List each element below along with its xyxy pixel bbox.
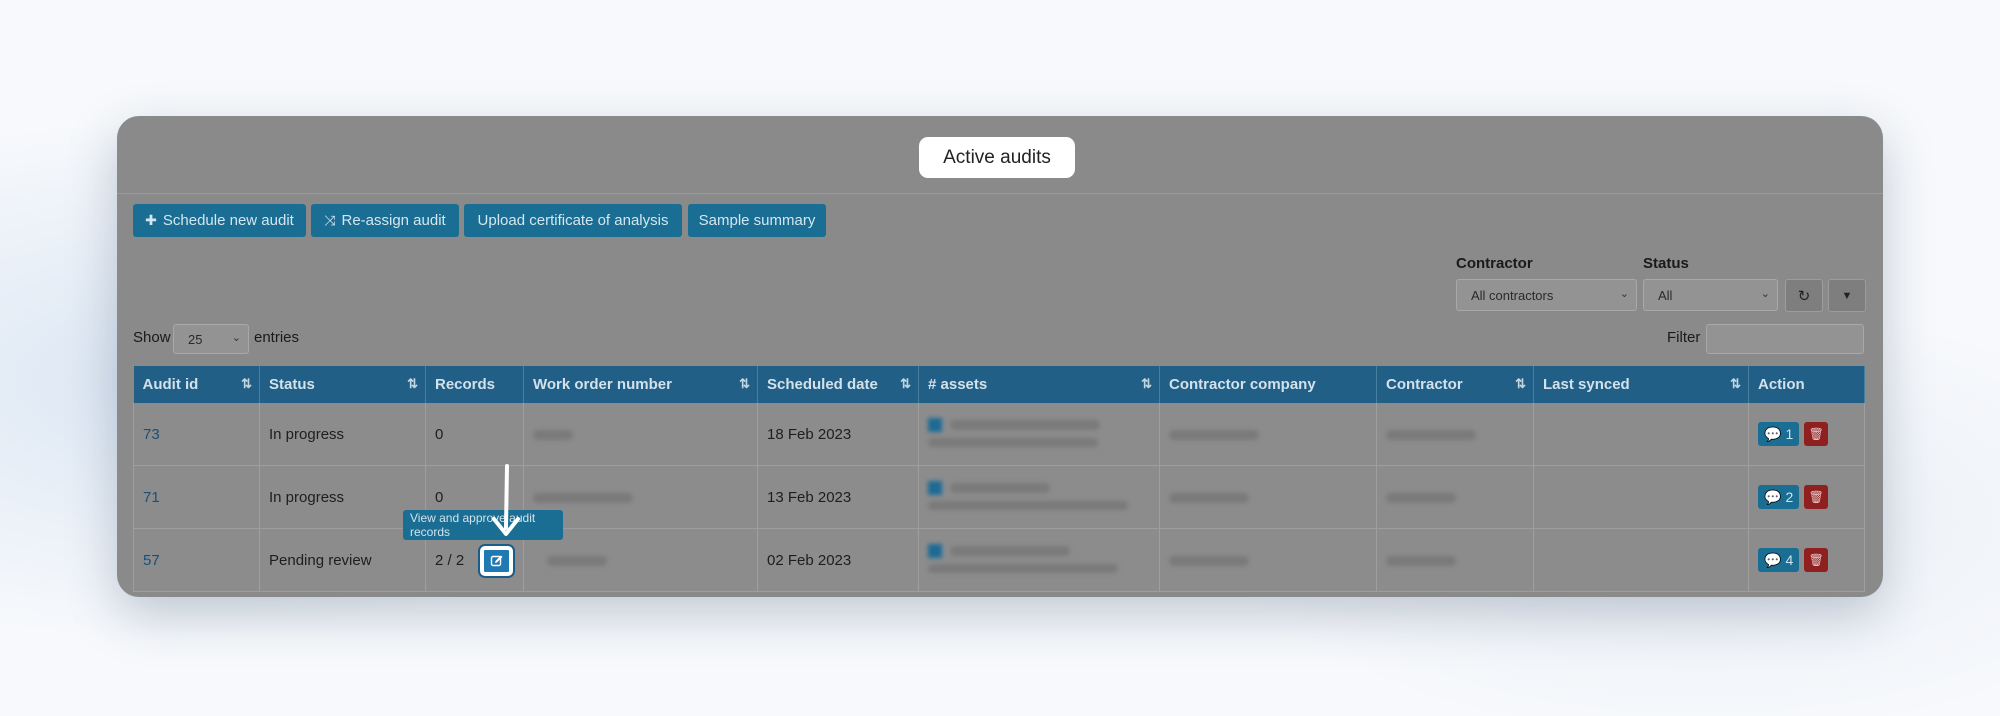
contractor-filter-label: Contractor <box>1456 255 1533 272</box>
chevron-down-icon: ⌄ <box>1760 288 1770 300</box>
action-cell: 💬 4 🗑 <box>1748 528 1865 592</box>
col-scheduled-date[interactable]: Scheduled date ⇅ <box>757 366 919 403</box>
status-cell: In progress <box>259 465 426 529</box>
page-title: Active audits <box>919 137 1075 178</box>
status-filter-label: Status <box>1643 255 1689 272</box>
audit-id-link[interactable]: 73 <box>133 403 260 466</box>
sample-summary-button[interactable]: Sample summary <box>688 204 826 237</box>
action-cell: 💬 2 🗑 <box>1748 465 1865 529</box>
contractor-cell <box>1376 528 1534 592</box>
plus-icon: ✚ <box>145 212 157 228</box>
entries-select[interactable]: 25 ⌄ <box>173 324 249 354</box>
edit-icon <box>490 555 502 567</box>
comments-button[interactable]: 💬 2 <box>1758 485 1800 509</box>
table-row: 73 In progress 0 18 Feb 2023 💬 1 🗑 <box>133 403 1865 466</box>
comments-button[interactable]: 💬 4 <box>1758 548 1800 572</box>
trash-icon: 🗑 <box>1808 427 1824 441</box>
sort-icon: ⇅ <box>739 376 750 391</box>
table-header-row: Audit id ⇅ Status ⇅ Records Work order num… <box>133 366 1865 403</box>
status-select-value: All <box>1658 287 1673 303</box>
upload-certificate-label: Upload certificate of analysis <box>477 212 669 229</box>
col-action: Action <box>1748 366 1865 403</box>
apply-filter-button[interactable]: ▼ <box>1828 279 1866 312</box>
col-work-order[interactable]: Work order number ⇅ <box>523 366 758 403</box>
filter-icon: ▼ <box>1841 289 1853 302</box>
reset-icon: ↻ <box>1797 287 1811 305</box>
delete-button[interactable]: 🗑 <box>1804 548 1829 572</box>
table-row: 71 In progress 0 13 Feb 2023 💬 2 🗑 <box>133 465 1865 529</box>
col-last-synced[interactable]: Last synced ⇅ <box>1533 366 1749 403</box>
sort-icon: ⇅ <box>900 376 911 391</box>
records-cell: 0 <box>425 403 524 466</box>
contractor-select[interactable]: All contractors ⌄ <box>1456 279 1637 311</box>
view-records-tooltip: View and approve audit records <box>403 510 563 540</box>
audits-window: Active audits ✚ Schedule new audit ⤨ Re-… <box>117 116 1883 597</box>
sort-icon: ⇅ <box>1730 376 1741 391</box>
sort-icon: ⇅ <box>1141 376 1152 391</box>
search-label: Filter <box>1667 329 1701 346</box>
shuffle-icon: ⤨ <box>324 212 336 228</box>
schedule-audit-label: Schedule new audit <box>162 212 294 229</box>
assets-cell <box>918 465 1160 529</box>
assets-cell <box>918 528 1160 592</box>
entries-select-value: 25 <box>188 331 203 347</box>
scheduled-date-cell: 18 Feb 2023 <box>757 403 919 466</box>
status-select[interactable]: All ⌄ <box>1643 279 1778 311</box>
comment-icon: 💬 <box>1764 488 1782 505</box>
schedule-audit-button[interactable]: ✚ Schedule new audit <box>133 204 306 237</box>
contractor-company-cell <box>1159 465 1377 529</box>
contractor-select-value: All contractors <box>1471 287 1554 303</box>
col-audit-id[interactable]: Audit id ⇅ <box>133 366 260 403</box>
last-synced-cell <box>1533 465 1749 529</box>
search-input[interactable] <box>1706 324 1864 354</box>
reassign-audit-label: Re-assign audit <box>341 212 446 229</box>
show-label: Show <box>133 329 171 346</box>
chevron-down-icon: ⌄ <box>1619 288 1629 300</box>
upload-certificate-button[interactable]: Upload certificate of analysis <box>464 204 682 237</box>
last-synced-cell <box>1533 403 1749 466</box>
table-row: 57 Pending review 2 / 2 02 Feb 2023 💬 4 🗑 <box>133 528 1865 592</box>
contractor-company-cell <box>1159 403 1377 466</box>
col-contractor-company: Contractor company <box>1159 366 1377 403</box>
delete-button[interactable]: 🗑 <box>1804 422 1829 446</box>
contractor-cell <box>1376 465 1534 529</box>
trash-icon: 🗑 <box>1808 490 1824 504</box>
entries-label: entries <box>254 329 300 346</box>
reset-filters-button[interactable]: ↻ <box>1785 279 1823 312</box>
scheduled-date-cell: 02 Feb 2023 <box>757 528 919 592</box>
audits-table: Audit id ⇅ Status ⇅ Records Work order num… <box>133 366 1865 592</box>
view-records-button[interactable] <box>480 546 513 576</box>
audit-id-link[interactable]: 57 <box>133 528 260 592</box>
comments-button[interactable]: 💬 1 <box>1758 422 1800 446</box>
comment-icon: 💬 <box>1764 425 1782 442</box>
trash-icon: 🗑 <box>1808 553 1824 567</box>
sort-icon: ⇅ <box>407 376 418 391</box>
comment-icon: 💬 <box>1764 551 1782 568</box>
last-synced-cell <box>1533 528 1749 592</box>
sample-summary-label: Sample summary <box>698 212 816 229</box>
status-cell: In progress <box>259 403 426 466</box>
action-cell: 💬 1 🗑 <box>1748 403 1865 466</box>
contractor-company-cell <box>1159 528 1377 592</box>
col-records: Records <box>425 366 524 403</box>
status-cell: Pending review <box>259 528 426 592</box>
delete-button[interactable]: 🗑 <box>1804 485 1829 509</box>
assets-cell <box>918 403 1160 466</box>
reassign-audit-button[interactable]: ⤨ Re-assign audit <box>311 204 459 237</box>
col-assets[interactable]: # assets ⇅ <box>918 366 1160 403</box>
audit-id-link[interactable]: 71 <box>133 465 260 529</box>
scheduled-date-cell: 13 Feb 2023 <box>757 465 919 529</box>
chevron-down-icon: ⌄ <box>231 332 241 344</box>
contractor-cell <box>1376 403 1534 466</box>
col-status[interactable]: Status ⇅ <box>259 366 426 403</box>
work-order-cell <box>523 403 758 466</box>
sort-icon: ⇅ <box>241 376 252 391</box>
title-divider <box>117 193 1883 194</box>
col-contractor[interactable]: Contractor ⇅ <box>1376 366 1534 403</box>
sort-icon: ⇅ <box>1515 376 1526 391</box>
